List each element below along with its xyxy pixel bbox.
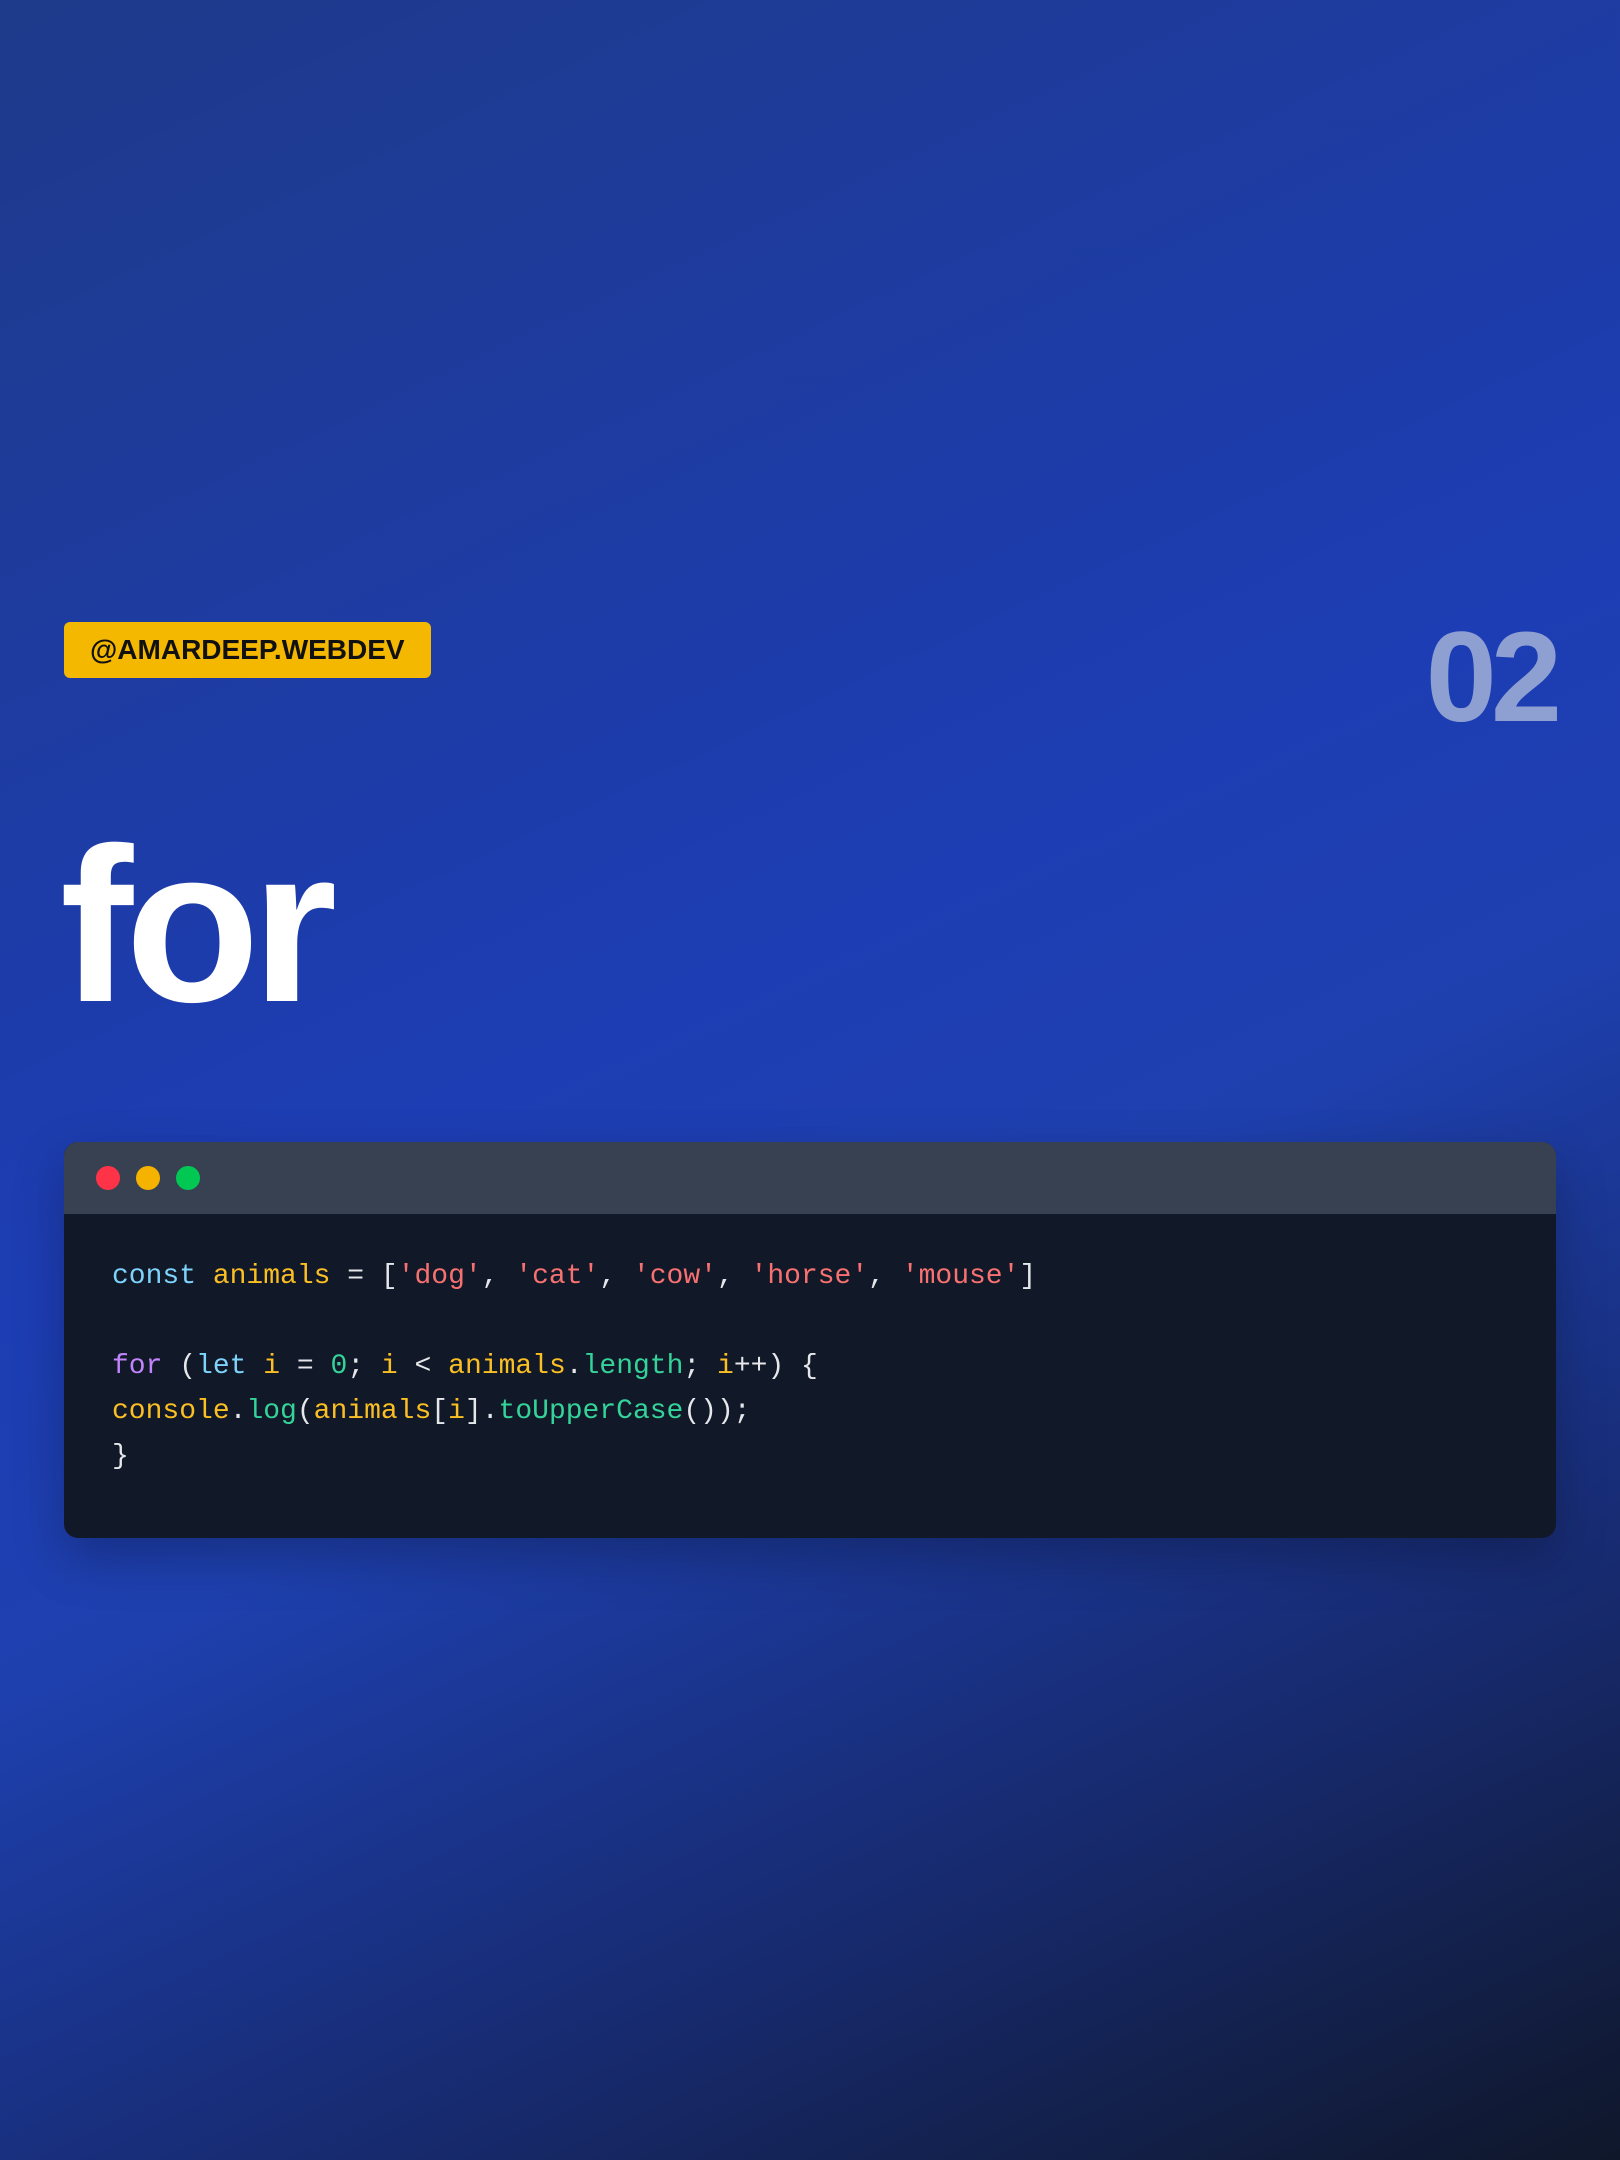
code-token-string: 'mouse' (901, 1261, 1020, 1292)
page-title: for (60, 802, 337, 1048)
code-token-keyword-ctrl: for (112, 1351, 163, 1382)
code-line: console.log(animals[i].toUpperCase()); (112, 1389, 1508, 1434)
code-token-string: 'horse' (750, 1261, 869, 1292)
code-token-plain: = (280, 1351, 331, 1382)
code-token-plain: . (565, 1351, 583, 1382)
page-number: 02 (1425, 606, 1562, 749)
code-token-plain: ()); (683, 1396, 751, 1427)
close-dot-icon (96, 1166, 120, 1190)
code-token-var: i (448, 1396, 465, 1427)
code-token-var: animals (212, 1261, 331, 1292)
code-token-plain: ++) { (733, 1351, 818, 1382)
code-token-plain: ( (296, 1396, 314, 1427)
code-token-var: console (112, 1396, 230, 1427)
code-line: const animals = ['dog', 'cat', 'cow', 'h… (112, 1254, 1508, 1299)
code-token-plain: ; (347, 1351, 381, 1382)
code-token-string: 'dog' (397, 1261, 482, 1292)
code-token-keyword-decl: const (112, 1261, 197, 1292)
code-token-var: animals (313, 1396, 432, 1427)
code-token-keyword-decl: let (196, 1351, 247, 1382)
code-token-var: animals (448, 1351, 566, 1382)
code-token-prop: toUpperCase (498, 1396, 684, 1427)
code-token-plain: ( (162, 1351, 197, 1382)
code-token-var: i (263, 1351, 281, 1382)
code-token-prop: log (246, 1396, 297, 1427)
code-token-plain: } (112, 1441, 129, 1472)
code-token-string: 'cat' (515, 1261, 600, 1292)
code-token-plain: ; (683, 1351, 718, 1382)
code-token-plain: ] (1019, 1261, 1037, 1292)
code-block: const animals = ['dog', 'cat', 'cow', 'h… (64, 1214, 1556, 1519)
code-token-var: i (380, 1351, 398, 1382)
maximize-dot-icon (176, 1166, 200, 1190)
code-window-titlebar (64, 1142, 1556, 1214)
code-token-number: 0 (330, 1351, 348, 1382)
code-token-plain: [ (431, 1396, 449, 1427)
code-token-plain: , (716, 1261, 751, 1292)
code-token-plain: , (868, 1261, 902, 1292)
code-token-var: i (717, 1351, 734, 1382)
code-line: } (112, 1434, 1508, 1479)
code-token-plain: < (397, 1351, 449, 1382)
minimize-dot-icon (136, 1166, 160, 1190)
code-token-plain: , (599, 1261, 633, 1292)
code-line: for (let i = 0; i < animals.length; i++)… (112, 1344, 1508, 1389)
code-token-plain: . (229, 1396, 247, 1427)
code-token-string: 'cow' (632, 1261, 717, 1292)
author-handle-badge: @AMARDEEP.WEBDEV (64, 622, 431, 678)
code-token-prop: length (582, 1351, 684, 1382)
code-token-plain: ]. (464, 1396, 499, 1427)
code-token-plain: , (481, 1261, 516, 1292)
code-token-plain: = [ (330, 1261, 398, 1292)
code-window: const animals = ['dog', 'cat', 'cow', 'h… (64, 1142, 1556, 1538)
